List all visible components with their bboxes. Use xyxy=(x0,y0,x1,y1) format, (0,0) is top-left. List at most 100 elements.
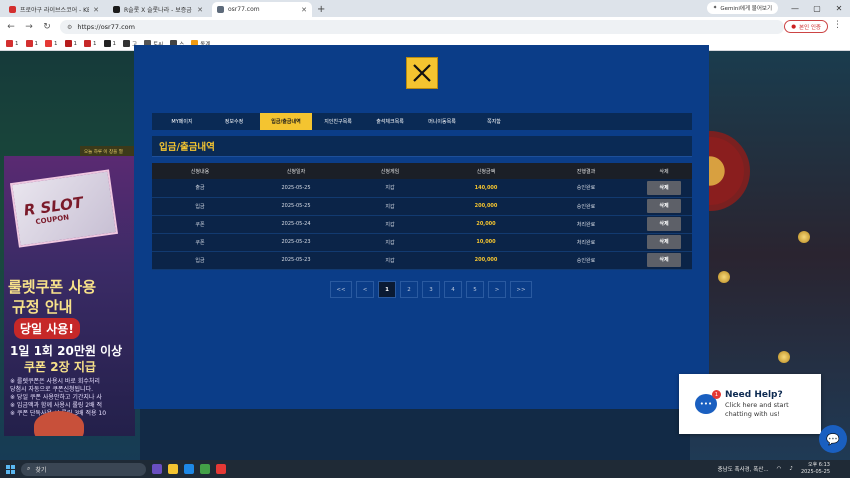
page-button[interactable]: 1 xyxy=(378,281,396,298)
coin-decoration xyxy=(778,351,790,363)
mypage-tab[interactable]: 입금/출금내역 xyxy=(260,113,312,130)
bookmark-label: 1 xyxy=(54,40,58,47)
volume-icon[interactable]: ♪ xyxy=(789,466,793,472)
cell-amount: 10,000 xyxy=(436,233,536,252)
taskbar-search[interactable]: ⌕ 찾기 xyxy=(21,462,146,476)
address-bar[interactable]: ⚙ https://osr77.com xyxy=(60,20,784,34)
profile-label: 본인 인증 xyxy=(799,24,821,31)
chat-icon: 💬 xyxy=(826,432,840,446)
cell-date: 2025-05-23 xyxy=(248,233,344,252)
profile-button[interactable]: ● 본인 인증 xyxy=(784,20,828,33)
column-header: 신청금액 xyxy=(436,163,536,179)
mypage-tab[interactable]: 지인친구목록 xyxy=(312,113,364,130)
browser-tab[interactable]: osr77.com ✕ xyxy=(212,2,312,17)
promo-heading-1: 룰렛쿠폰 사용 xyxy=(8,278,97,296)
page-button[interactable]: > xyxy=(488,281,506,298)
bookmark-item[interactable]: 1 xyxy=(64,40,78,47)
close-icon xyxy=(413,64,431,82)
tab-favicon-icon xyxy=(217,6,224,13)
browser-tab[interactable]: R슬롯 X 슬롯나라 - 보증금 2억 ✕ xyxy=(108,2,208,17)
cell-game: 지갑 xyxy=(344,215,436,234)
bookmark-label: 1 xyxy=(34,40,39,47)
page-button[interactable]: 5 xyxy=(466,281,484,298)
tab-close-icon[interactable]: ✕ xyxy=(93,6,99,14)
delete-button[interactable]: 삭제 xyxy=(647,253,681,267)
gemini-button[interactable]: ✦ Gemini에게 물어보기 xyxy=(706,2,778,14)
modal-close-button[interactable] xyxy=(406,57,438,89)
cell-date: 2025-05-25 xyxy=(248,197,344,216)
tab-close-icon[interactable]: ✕ xyxy=(197,6,203,14)
cell-action: 삭제 xyxy=(636,215,692,234)
bookmark-label: 1 xyxy=(93,40,97,47)
close-window-icon[interactable]: ✕ xyxy=(828,0,850,16)
cell-type: 쿠폰 xyxy=(152,233,248,252)
page-button[interactable]: 2 xyxy=(400,281,418,298)
help-line-1: Click here and start xyxy=(725,401,789,409)
chat-launcher-button[interactable]: 💬 xyxy=(819,425,847,453)
file-explorer-icon[interactable] xyxy=(168,464,178,474)
browser-menu-icon[interactable]: ⋮ xyxy=(833,20,842,30)
tab-close-icon[interactable]: ✕ xyxy=(301,6,307,14)
site-info-icon[interactable]: ⚙ xyxy=(67,24,72,31)
cell-date: 2025-05-24 xyxy=(248,215,344,234)
page-button[interactable]: >> xyxy=(510,281,532,298)
bookmark-label: 1 xyxy=(15,40,19,47)
maximize-icon[interactable]: ▢ xyxy=(806,0,828,16)
bookmark-item[interactable]: 1 xyxy=(25,40,39,47)
edge-icon[interactable] xyxy=(184,464,194,474)
table-row: 쿠폰 2025-05-24 지갑 20,000 처리완료 삭제 xyxy=(152,215,692,234)
cell-action: 삭제 xyxy=(636,197,692,216)
bookmark-item[interactable]: 1 xyxy=(45,40,58,47)
page-button[interactable]: 4 xyxy=(444,281,462,298)
cell-type: 쿠폰 xyxy=(152,215,248,234)
delete-button[interactable]: 삭제 xyxy=(647,217,681,231)
cell-game: 지갑 xyxy=(344,179,436,198)
clock[interactable]: 오후 6:13 2025-05-25 xyxy=(801,462,830,476)
bookmark-item[interactable]: 1 xyxy=(103,40,116,47)
delete-button[interactable]: 삭제 xyxy=(647,180,681,195)
system-tray: 충남도 폭사경, 폭산... ◠ ♪ 오후 6:13 2025-05-25 xyxy=(718,460,830,478)
delete-button[interactable]: 삭제 xyxy=(647,199,681,213)
mypage-tab[interactable]: 출석체크목록 xyxy=(364,113,416,130)
mypage-tab[interactable]: MY페이지 xyxy=(156,113,208,130)
bookmark-item[interactable]: 1 xyxy=(6,40,19,47)
mypage-tab[interactable]: 정보수정 xyxy=(208,113,260,130)
page-button[interactable]: << xyxy=(330,281,352,298)
bookmark-item[interactable]: 1 xyxy=(84,40,97,47)
cell-date: 2025-05-23 xyxy=(248,251,344,270)
promo-note-line: ※ 입금액과 함께 사용시 롤링 2배 적 xyxy=(10,402,103,409)
reload-icon[interactable]: ↻ xyxy=(42,22,52,32)
bookmark-label: 1 xyxy=(73,40,78,47)
taskview-icon[interactable] xyxy=(152,464,162,474)
help-title: Need Help? xyxy=(725,390,783,400)
tab-favicon-icon xyxy=(113,6,120,13)
wifi-icon[interactable]: ◠ xyxy=(777,466,782,472)
chrome-icon[interactable] xyxy=(200,464,210,474)
forward-icon[interactable]: → xyxy=(24,22,34,32)
back-icon[interactable]: ← xyxy=(6,22,16,32)
windows-start-icon[interactable] xyxy=(6,464,15,474)
coin-decoration xyxy=(798,231,810,243)
app-icon[interactable] xyxy=(216,464,226,474)
table-row: 입금 2025-05-23 지갑 200,000 승인완료 삭제 xyxy=(152,251,692,270)
cell-status: 승인완료 xyxy=(536,251,636,270)
help-line-2: chatting with us! xyxy=(725,410,780,418)
page-button[interactable]: < xyxy=(356,281,374,298)
cell-date: 2025-05-25 xyxy=(248,179,344,198)
tab-favicon-icon xyxy=(9,6,16,13)
need-help-widget[interactable]: ••• 1 Need Help? Click here and start ch… xyxy=(679,374,821,434)
cell-action: 삭제 xyxy=(636,179,692,198)
transaction-table: 신청내용 신청일자 신청게임 신청금액 진행결과 삭제 출금 2025-05-25 지갑 140… xyxy=(152,163,692,270)
weather-text[interactable]: 충남도 폭사경, 폭산... xyxy=(718,465,769,473)
column-header: 삭제 xyxy=(636,163,692,179)
browser-tab[interactable]: 프로야구 라이브스코어 - KBO ✕ xyxy=(4,2,104,17)
delete-button[interactable]: 삭제 xyxy=(647,235,681,249)
page-button[interactable]: 3 xyxy=(422,281,440,298)
cell-amount: 140,000 xyxy=(436,179,536,198)
mypage-tab[interactable]: 머니이동목록 xyxy=(416,113,468,130)
promo-note-line: ※ 룰렛쿠폰은 사용시 바로 회수처리 xyxy=(10,378,100,385)
cell-action: 삭제 xyxy=(636,233,692,252)
minimize-icon[interactable]: — xyxy=(784,0,806,16)
new-tab-button[interactable]: + xyxy=(317,2,325,17)
mypage-tab[interactable]: 쪽지함 xyxy=(468,113,520,130)
